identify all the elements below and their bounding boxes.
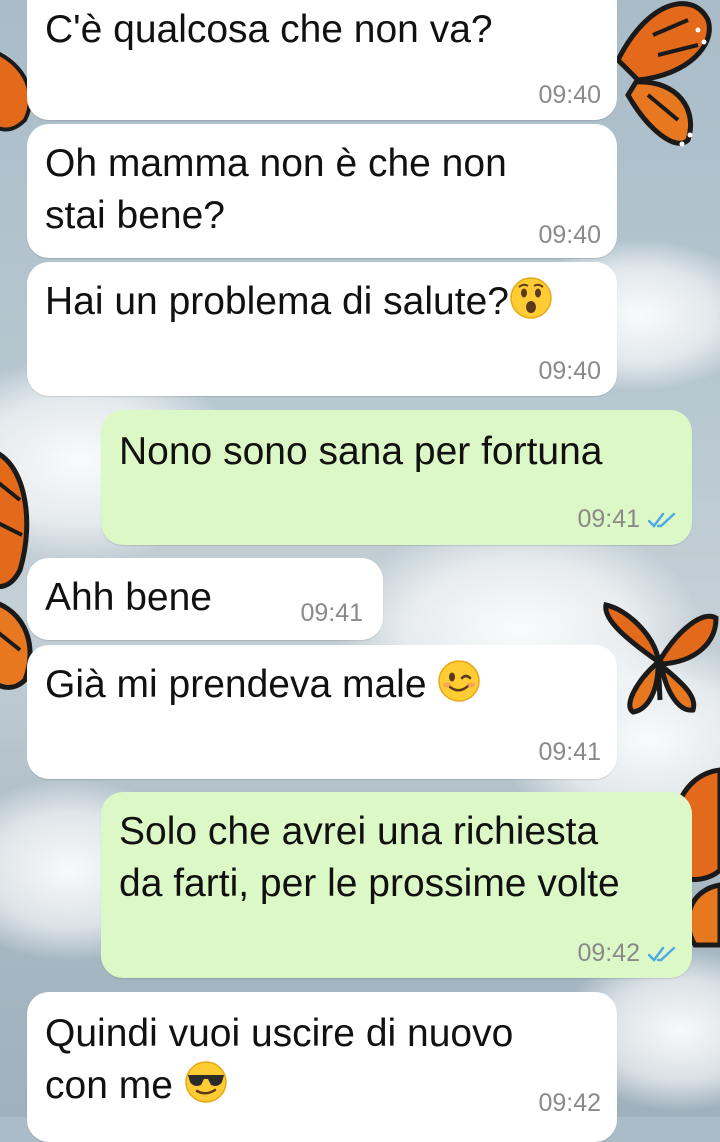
message-text: con me — [45, 1064, 184, 1107]
message-timestamp: 09:40 — [538, 357, 601, 385]
message-timestamp: 09:42 — [538, 1089, 601, 1117]
message-timestamp: 09:41 — [538, 738, 601, 766]
outgoing-message-bubble[interactable]: Nono sono sana per fortuna 09:41 — [101, 410, 692, 545]
message-text-line: Solo che avrei una richiesta — [119, 810, 599, 853]
incoming-message-bubble[interactable]: Già mi prendeva male 09:41 — [27, 645, 617, 779]
incoming-message-bubble[interactable]: Quindi vuoi uscire di nuovo con me 09:42 — [27, 992, 617, 1142]
message-timestamp: 09:41 — [300, 599, 363, 627]
astonished-face-emoji — [510, 277, 552, 319]
message-text-line: Già mi prendeva male — [45, 659, 481, 710]
message-timestamp: 09:41 — [577, 505, 640, 533]
message-text-line: Hai un problema di salute? — [45, 276, 553, 327]
incoming-message-bubble[interactable]: Oh mamma non è che non stai bene? 09:40 — [27, 124, 617, 258]
message-text: C'è qualcosa che non va? — [45, 8, 493, 51]
message-timestamp: 09:40 — [538, 81, 601, 109]
message-text: Hai un problema di salute? — [45, 280, 509, 323]
incoming-message-bubble[interactable]: Hai un problema di salute? 09:40 — [27, 262, 617, 396]
incoming-message-bubble[interactable]: C'è qualcosa che non va? 09:40 — [27, 0, 617, 120]
message-meta: 09:42 — [577, 938, 678, 968]
message-text: Nono sono sana per fortuna — [119, 430, 603, 473]
read-receipt-icon — [648, 513, 676, 529]
message-meta: 09:41 — [577, 504, 678, 534]
outgoing-message-bubble[interactable]: Solo che avrei una richiesta da farti, p… — [101, 792, 692, 978]
message-text-line: Quindi vuoi uscire di nuovo — [45, 1012, 514, 1055]
message-text-line: Oh mamma non è che non — [45, 142, 507, 185]
read-receipt-icon — [648, 947, 676, 963]
message-text-line: con me — [45, 1060, 228, 1111]
message-text: Già mi prendeva male — [45, 663, 438, 706]
winking-face-emoji — [438, 660, 481, 702]
sunglasses-face-emoji — [184, 1061, 227, 1103]
message-text-line: da farti, per le prossime volte — [119, 862, 620, 905]
incoming-message-bubble[interactable]: Ahh bene 09:41 — [27, 558, 383, 640]
message-text: Ahh bene — [45, 576, 212, 619]
message-timestamp: 09:42 — [577, 939, 640, 967]
message-text-line: stai bene? — [45, 194, 225, 237]
message-timestamp: 09:40 — [538, 221, 601, 249]
